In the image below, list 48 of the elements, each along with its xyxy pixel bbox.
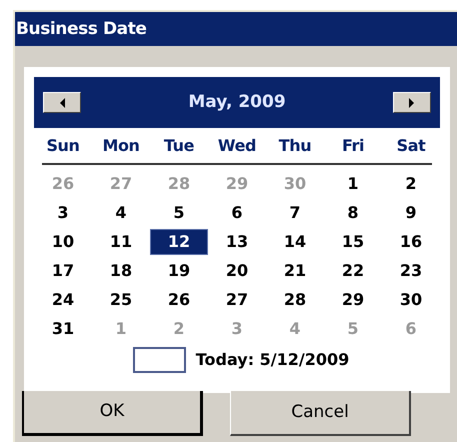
day-cell[interactable]: 31 — [52, 316, 74, 340]
dialog-button[interactable]: OK — [22, 391, 203, 436]
day-cell[interactable]: 15 — [342, 230, 364, 254]
day-cell[interactable]: 9 — [405, 200, 417, 224]
day-cell[interactable]: 25 — [110, 288, 132, 312]
day-cell[interactable]: 24 — [52, 288, 74, 312]
day-cell[interactable]: 5 — [173, 200, 185, 224]
day-cell[interactable]: 17 — [52, 258, 74, 282]
right-arrow-icon — [409, 98, 414, 108]
day-cell[interactable]: 10 — [52, 230, 74, 254]
dialog-button[interactable]: Cancel — [230, 391, 411, 436]
day-cell[interactable]: 28 — [284, 288, 306, 312]
day-cell[interactable]: 6 — [231, 200, 243, 224]
day-cell[interactable]: 12 — [150, 228, 208, 254]
day-cell[interactable]: 14 — [284, 230, 306, 254]
day-cell[interactable]: 19 — [168, 258, 190, 282]
left-arrow-icon — [60, 98, 64, 108]
window-title: Business Date — [15, 12, 457, 46]
previous-month-button[interactable] — [43, 92, 81, 113]
weekday-label: Mon — [102, 135, 140, 157]
today-marker-icon — [132, 347, 186, 373]
today-link[interactable]: Today: 5/12/2009 — [196, 348, 350, 372]
weekday-label: Thu — [278, 135, 312, 157]
day-cell[interactable]: 21 — [284, 258, 306, 282]
weekday-label: Tue — [164, 135, 194, 157]
day-cell[interactable]: 13 — [226, 230, 248, 254]
day-cell[interactable]: 4 — [115, 200, 127, 224]
weekday-label: Fri — [342, 135, 364, 157]
day-cell[interactable]: 8 — [347, 200, 359, 224]
weekday-label: Sat — [396, 135, 426, 157]
day-cell[interactable]: 7 — [289, 200, 301, 224]
day-cell[interactable]: 29 — [342, 288, 364, 312]
day-cell[interactable]: 3 — [57, 200, 69, 224]
day-cell[interactable]: 30 — [400, 288, 422, 312]
day-cell[interactable]: 20 — [226, 258, 248, 282]
day-cell[interactable]: 2 — [405, 172, 417, 196]
weekday-label: Wed — [218, 135, 256, 157]
month-title: May, 2009 — [188, 90, 286, 114]
day-cell[interactable]: 27 — [226, 288, 248, 312]
day-cell[interactable]: 1 — [347, 172, 359, 196]
weekday-label: Sun — [46, 135, 80, 157]
day-cell[interactable]: 22 — [342, 258, 364, 282]
day-cell[interactable]: 26 — [168, 288, 190, 312]
day-cell[interactable]: 23 — [400, 258, 422, 282]
day-cell[interactable]: 16 — [400, 230, 422, 254]
day-cell[interactable]: 11 — [110, 230, 132, 254]
day-cell[interactable]: 18 — [110, 258, 132, 282]
next-month-button[interactable] — [392, 92, 431, 113]
